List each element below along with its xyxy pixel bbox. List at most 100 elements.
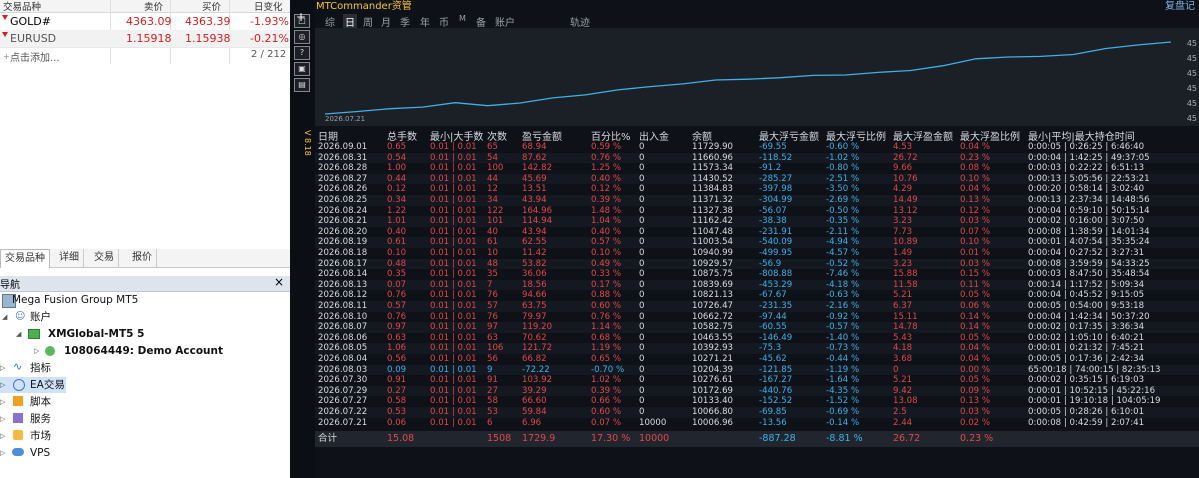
col-ask-header[interactable]: 买价 <box>202 0 221 13</box>
col-date-header[interactable]: 日期 <box>318 128 338 143</box>
collapse-icon[interactable]: ▷ <box>0 360 5 376</box>
collapse-icon[interactable]: ▷ <box>0 377 5 393</box>
tab-details[interactable]: 详细 <box>55 249 84 267</box>
cell-deposit: 0 <box>639 184 645 195</box>
cell-max-float-loss-pct: -7.46 % <box>826 269 860 280</box>
col-max-float-profit-header[interactable]: 最大浮盈金额 <box>893 128 953 143</box>
table-row[interactable]: 2026.08.04 0.56 0.01 | 0.01 56 66.82 0.65 % 0 1… <box>315 354 1199 365</box>
table-row[interactable]: 2026.08.17 0.48 0.01 | 0.01 48 53.82 0.49 % 0 1… <box>315 258 1199 270</box>
table-row[interactable]: 2026.08.11 0.57 0.01 | 0.01 57 63.75 0.60 % 0 1… <box>315 301 1199 312</box>
tab-currency[interactable]: 币 <box>439 14 449 29</box>
tool-list-icon[interactable]: ▤ <box>294 78 310 92</box>
tab-quarter[interactable]: 季 <box>400 14 410 29</box>
table-row[interactable]: 2026.08.26 0.12 0.01 | 0.01 12 13.51 0.12 % 0 1… <box>315 184 1199 195</box>
collapse-icon[interactable]: ▷ <box>0 411 5 427</box>
expand-icon[interactable]: ◢ <box>2 309 7 325</box>
help-icon[interactable]: ? <box>294 46 310 60</box>
add-symbol-row[interactable]: + 点击添加... 2 / 212 <box>0 47 290 64</box>
tool-panel-icon[interactable]: ▣ <box>294 62 310 76</box>
col-max-float-loss-header[interactable]: 最大浮亏金额 <box>759 128 819 143</box>
table-row[interactable]: 2026.08.20 0.40 0.01 | 0.01 40 43.94 0.40 % 0 1… <box>315 227 1199 238</box>
review-link[interactable]: 复盘记 <box>1165 0 1195 12</box>
tab-year[interactable]: 年 <box>420 14 430 29</box>
cell-min-max-lots: 0.01 | 0.01 <box>430 258 477 269</box>
table-row[interactable]: 2026.08.07 0.97 0.01 | 0.01 97 119.20 1.14 % 0… <box>315 322 1199 333</box>
table-row[interactable]: 2026.08.19 0.61 0.01 | 0.01 61 62.55 0.57 % 0 1… <box>315 237 1199 248</box>
collapse-icon[interactable]: ▷ <box>0 394 5 410</box>
table-row[interactable]: 2026.08.06 0.63 0.01 | 0.01 63 70.62 0.68 % 0 1… <box>315 333 1199 344</box>
cell-date: 2026.09.01 <box>318 142 368 152</box>
cell-min-max-lots: 0.01 | 0.01 <box>430 269 477 280</box>
cell-total-lots: 1.00 <box>387 163 407 174</box>
col-max-float-profit-pct-header[interactable]: 最大浮盈比例 <box>960 128 1020 143</box>
table-row[interactable]: 2026.08.05 1.06 0.01 | 0.01 106 121.72 1.19 %… <box>315 343 1199 354</box>
table-row[interactable]: 2026.08.13 0.07 0.01 | 0.01 7 18.56 0.17 % 0 10… <box>315 279 1199 291</box>
col-balance-header[interactable]: 余额 <box>692 128 712 143</box>
table-row[interactable]: 2026.08.12 0.76 0.01 | 0.01 76 94.66 0.88 % 0 1… <box>315 290 1199 301</box>
table-row[interactable]: 2026.07.22 0.53 0.01 | 0.01 53 59.84 0.60 % 0 1… <box>315 407 1199 418</box>
tab-symbols[interactable]: 交易品种 <box>0 249 50 268</box>
table-row[interactable]: 2026.08.21 1.01 0.01 | 0.01 101 114.94 1.04 %… <box>315 216 1199 227</box>
table-row[interactable]: 2026.08.14 0.35 0.01 | 0.01 35 36.06 0.33 % 0 1… <box>315 269 1199 280</box>
col-deposit-header[interactable]: 出入金 <box>639 128 669 143</box>
market-watch-row[interactable]: GOLD# 4363.09 4363.39 -1.93% <box>0 13 290 31</box>
add-symbol-link[interactable]: 点击添加... <box>10 49 60 64</box>
cell-percent: 0.12 % <box>591 184 622 195</box>
table-row[interactable]: 2026.09.01 0.65 0.01 | 0.01 65 68.94 0.59 % 0 1… <box>315 142 1199 153</box>
bid-cell: 4363.09 <box>126 15 172 28</box>
tab-m[interactable]: M <box>459 14 466 23</box>
cell-hold-time: 0:00:02 | 1:05:10 | 6:40:21 <box>1028 332 1145 343</box>
cell-max-float-profit-pct: 0.10 % <box>960 173 991 184</box>
table-row[interactable]: 2026.08.18 0.10 0.01 | 0.01 10 11.42 0.10 % 0 1… <box>315 248 1199 259</box>
table-row[interactable]: 2026.08.31 0.54 0.01 | 0.01 54 87.62 0.76 % 0 1… <box>315 152 1199 164</box>
tool-target-icon[interactable]: ◎ <box>294 30 310 44</box>
collapse-icon[interactable]: ▷ <box>34 343 39 359</box>
crosshair-icon[interactable]: + <box>296 10 306 24</box>
col-trade-count-header[interactable]: 次数 <box>487 128 507 143</box>
cell-trade-count: 58 <box>487 396 498 407</box>
table-row[interactable]: 2026.08.03 0.09 0.01 | 0.01 9 -72.22 -0.70 % 0… <box>315 364 1199 376</box>
table-row[interactable]: 2026.07.21 0.06 0.01 | 0.01 6 6.96 0.07 % 1000… <box>315 418 1199 429</box>
tree-label: 账户 <box>30 311 51 323</box>
table-row[interactable]: 2026.08.24 1.22 0.01 | 0.01 122 164.96 1.48 %… <box>315 206 1199 217</box>
tab-notes[interactable]: 备 <box>476 14 486 29</box>
table-row[interactable]: 2026.07.29 0.27 0.01 | 0.01 27 39.29 0.39 % 0 1… <box>315 385 1199 397</box>
col-max-float-loss-pct-header[interactable]: 最大浮亏比例 <box>826 128 886 143</box>
col-percent-header[interactable]: 百分比% <box>591 128 631 143</box>
cell-percent: -0.70 % <box>591 364 625 375</box>
col-total-lots-header[interactable]: 总手数 <box>387 128 417 143</box>
tab-summary[interactable]: 综 <box>325 14 335 29</box>
col-symbol-header[interactable]: 交易品种 <box>3 0 41 13</box>
plus-icon: + <box>3 52 10 61</box>
cell-max-float-loss-pct: -2.51 % <box>826 173 860 184</box>
tab-trading[interactable]: 交易 <box>90 249 119 267</box>
table-row[interactable]: 2026.08.10 0.76 0.01 | 0.01 76 79.97 0.76 % 0 1… <box>315 312 1199 323</box>
cell-date: 2026.07.27 <box>318 396 368 407</box>
market-watch-row[interactable]: EURUSD 1.15918 1.15938 -0.21% <box>0 30 290 48</box>
col-min-max-lots-header[interactable]: 最小|大手数 <box>430 128 483 143</box>
table-row[interactable]: 2026.08.28 1.00 0.01 | 0.01 100 142.82 1.25 %… <box>315 163 1199 174</box>
table-row[interactable]: 2026.07.27 0.58 0.01 | 0.01 58 66.60 0.66 % 0 1… <box>315 396 1199 407</box>
cell-max-float-loss: -75.3 <box>759 343 782 354</box>
tool-column: □ ◎ ? ▣ ▤ <box>294 14 312 94</box>
collapse-icon[interactable]: ▷ <box>0 428 5 444</box>
tab-ticks[interactable]: 报价 <box>128 249 157 267</box>
table-row[interactable]: 2026.08.25 0.34 0.01 | 0.01 34 43.94 0.39 % 0 1… <box>315 195 1199 206</box>
col-bid-header[interactable]: 卖价 <box>144 0 163 13</box>
collapse-icon[interactable]: ▷ <box>0 445 5 461</box>
tab-account[interactable]: 账户 <box>495 14 515 29</box>
tab-week[interactable]: 周 <box>363 14 373 29</box>
tab-day[interactable]: 日 <box>343 14 357 29</box>
cell-date: 2026.07.21 <box>318 417 368 428</box>
col-hold-time-header[interactable]: 最小|平均|最大持仓时间 <box>1028 128 1135 143</box>
cell-trade-count: 34 <box>487 195 498 205</box>
expand-icon[interactable]: ◢ <box>16 326 21 342</box>
tree-item-expert-advisors[interactable]: ▷ EA交易 <box>0 377 66 393</box>
tab-month[interactable]: 月 <box>381 14 391 29</box>
table-row[interactable]: 2026.08.27 0.44 0.01 | 0.01 44 45.69 0.40 % 0 1… <box>315 173 1199 185</box>
col-change-header[interactable]: 日变化 <box>254 0 283 13</box>
close-icon[interactable]: × <box>274 275 284 289</box>
tab-track[interactable]: 轨迹 <box>570 14 590 29</box>
col-pnl-header[interactable]: 盈亏金额 <box>522 128 562 143</box>
table-row[interactable]: 2026.07.30 0.91 0.01 | 0.01 91 103.92 1.02 % 0… <box>315 375 1199 386</box>
